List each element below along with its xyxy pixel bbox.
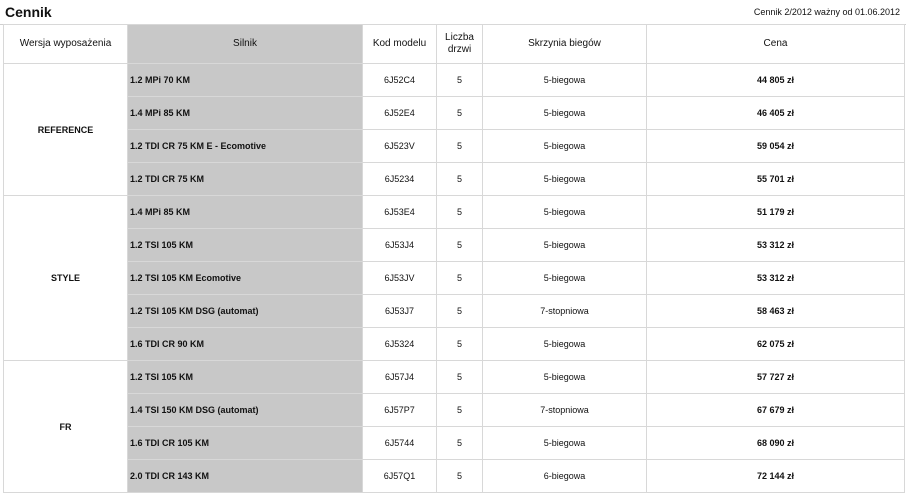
price-cell: 68 090 zł bbox=[646, 426, 905, 460]
gearbox-cell: 5-biegowa bbox=[482, 261, 647, 295]
gearbox-cell: 5-biegowa bbox=[482, 63, 647, 97]
price-cell: 53 312 zł bbox=[646, 261, 905, 295]
price-table: Wersja wyposażenia Silnik Kod modelu Lic… bbox=[3, 24, 905, 493]
gearbox-cell: 7-stopniowa bbox=[482, 393, 647, 427]
engine-cell: 1.2 TSI 105 KM bbox=[127, 228, 363, 262]
gearbox-cell: 5-biegowa bbox=[482, 228, 647, 262]
gearbox-cell: 5-biegowa bbox=[482, 426, 647, 460]
doors-cell: 5 bbox=[436, 426, 483, 460]
engine-cell: 1.2 TSI 105 KM DSG (automat) bbox=[127, 294, 363, 328]
table-row: 1.4 MPi 85 KM 6J52E4 5 5-biegowa 46 405 zł bbox=[4, 96, 905, 130]
engine-cell: 1.4 MPi 85 KM bbox=[127, 96, 363, 130]
model-code-cell: 6J57J4 bbox=[362, 360, 437, 394]
doors-cell: 5 bbox=[436, 63, 483, 97]
doors-cell: 5 bbox=[436, 228, 483, 262]
engine-cell: 1.4 MPi 85 KM bbox=[127, 195, 363, 229]
model-code-cell: 6J52C4 bbox=[362, 63, 437, 97]
title-bar: Cennik Cennik 2/2012 ważny od 01.06.2012 bbox=[0, 0, 906, 25]
price-cell: 55 701 zł bbox=[646, 162, 905, 196]
price-cell: 51 179 zł bbox=[646, 195, 905, 229]
doors-cell: 5 bbox=[436, 261, 483, 295]
col-header-doors-line2: drzwi bbox=[447, 44, 472, 55]
price-cell: 67 679 zł bbox=[646, 393, 905, 427]
price-cell: 72 144 zł bbox=[646, 459, 905, 493]
col-header-doors-line1: Liczba bbox=[445, 32, 474, 43]
doors-cell: 5 bbox=[436, 162, 483, 196]
table-row: 2.0 TDI CR 143 KM 6J57Q1 5 6-biegowa 72 144 … bbox=[4, 459, 905, 493]
model-code-cell: 6J52E4 bbox=[362, 96, 437, 130]
table-row: 1.2 TDI CR 75 KM E - Ecomotive 6J523V 5 5-b… bbox=[4, 129, 905, 163]
col-header-doors: Liczba drzwi bbox=[436, 24, 483, 64]
col-header-engine: Silnik bbox=[127, 24, 363, 64]
engine-cell: 1.6 TDI CR 105 KM bbox=[127, 426, 363, 460]
table-row: STYLE 1.4 MPi 85 KM 6J53E4 5 5-biegowa 51 179… bbox=[3, 195, 905, 361]
doors-cell: 5 bbox=[436, 360, 483, 394]
model-code-cell: 6J53E4 bbox=[362, 195, 437, 229]
table-row: 1.2 TSI 105 KM DSG (automat) 6J53J7 5 7-sto… bbox=[4, 294, 905, 328]
engine-cell: 1.4 TSI 150 KM DSG (automat) bbox=[127, 393, 363, 427]
table-row: 1.2 TSI 105 KM 6J53J4 5 5-biegowa 53 312 zł bbox=[4, 228, 905, 262]
trim-cell: REFERENCE bbox=[3, 63, 128, 196]
doors-cell: 5 bbox=[436, 294, 483, 328]
model-code-cell: 6J53JV bbox=[362, 261, 437, 295]
model-code-cell: 6J57P7 bbox=[362, 393, 437, 427]
model-code-cell: 6J53J7 bbox=[362, 294, 437, 328]
doors-cell: 5 bbox=[436, 195, 483, 229]
col-header-price: Cena bbox=[646, 24, 905, 64]
trim-cell: FR bbox=[3, 360, 128, 493]
table-row: 1.2 TDI CR 75 KM 6J5234 5 5-biegowa 55 701 z… bbox=[4, 162, 905, 196]
model-code-cell: 6J523V bbox=[362, 129, 437, 163]
doors-cell: 5 bbox=[436, 459, 483, 493]
gearbox-cell: 5-biegowa bbox=[482, 162, 647, 196]
engine-cell: 1.2 MPi 70 KM bbox=[127, 63, 363, 97]
gearbox-cell: 5-biegowa bbox=[482, 360, 647, 394]
price-cell: 46 405 zł bbox=[646, 96, 905, 130]
engine-cell: 2.0 TDI CR 143 KM bbox=[127, 459, 363, 493]
gearbox-cell: 7-stopniowa bbox=[482, 294, 647, 328]
price-table-body: REFERENCE 1.2 MPi 70 KM 6J52C4 5 5-biegowa 44… bbox=[3, 63, 905, 493]
model-code-cell: 6J5744 bbox=[362, 426, 437, 460]
model-code-cell: 6J5234 bbox=[362, 162, 437, 196]
model-code-cell: 6J57Q1 bbox=[362, 459, 437, 493]
doors-cell: 5 bbox=[436, 327, 483, 361]
engine-cell: 1.2 TDI CR 75 KM E - Ecomotive bbox=[127, 129, 363, 163]
price-cell: 58 463 zł bbox=[646, 294, 905, 328]
price-cell: 57 727 zł bbox=[646, 360, 905, 394]
gearbox-cell: 5-biegowa bbox=[482, 195, 647, 229]
gearbox-cell: 5-biegowa bbox=[482, 96, 647, 130]
model-code-cell: 6J5324 bbox=[362, 327, 437, 361]
gearbox-cell: 5-biegowa bbox=[482, 327, 647, 361]
price-cell: 53 312 zł bbox=[646, 228, 905, 262]
col-header-code: Kod modelu bbox=[362, 24, 437, 64]
col-header-trim: Wersja wyposażenia bbox=[3, 24, 128, 64]
price-cell: 62 075 zł bbox=[646, 327, 905, 361]
header-row: Wersja wyposażenia Silnik Kod modelu Lic… bbox=[3, 24, 905, 64]
engine-cell: 1.2 TSI 105 KM bbox=[127, 360, 363, 394]
validity-note: Cennik 2/2012 ważny od 01.06.2012 bbox=[753, 7, 900, 17]
engine-cell: 1.6 TDI CR 90 KM bbox=[127, 327, 363, 361]
table-row: 1.6 TDI CR 105 KM 6J5744 5 5-biegowa 68 090 … bbox=[4, 426, 905, 460]
doors-cell: 5 bbox=[436, 96, 483, 130]
table-row: 1.6 TDI CR 90 KM 6J5324 5 5-biegowa 62 075 z… bbox=[4, 327, 905, 361]
table-row: 1.2 TSI 105 KM Ecomotive 6J53JV 5 5-biegowa… bbox=[4, 261, 905, 295]
trim-cell: STYLE bbox=[3, 195, 128, 361]
model-code-cell: 6J53J4 bbox=[362, 228, 437, 262]
table-row: REFERENCE 1.2 MPi 70 KM 6J52C4 5 5-biegowa 44… bbox=[3, 63, 905, 196]
engine-cell: 1.2 TSI 105 KM Ecomotive bbox=[127, 261, 363, 295]
gearbox-cell: 6-biegowa bbox=[482, 459, 647, 493]
price-cell: 44 805 zł bbox=[646, 63, 905, 97]
price-list-page: Cennik Cennik 2/2012 ważny od 01.06.2012… bbox=[0, 0, 908, 496]
table-row: FR 1.2 TSI 105 KM 6J57J4 5 5-biegowa 57 727 z… bbox=[3, 360, 905, 493]
col-header-gearbox: Skrzynia biegów bbox=[482, 24, 647, 64]
price-cell: 59 054 zł bbox=[646, 129, 905, 163]
gearbox-cell: 5-biegowa bbox=[482, 129, 647, 163]
doors-cell: 5 bbox=[436, 393, 483, 427]
table-row: 1.4 TSI 150 KM DSG (automat) 6J57P7 5 7-sto… bbox=[4, 393, 905, 427]
engine-cell: 1.2 TDI CR 75 KM bbox=[127, 162, 363, 196]
page-title: Cennik bbox=[5, 4, 52, 20]
doors-cell: 5 bbox=[436, 129, 483, 163]
